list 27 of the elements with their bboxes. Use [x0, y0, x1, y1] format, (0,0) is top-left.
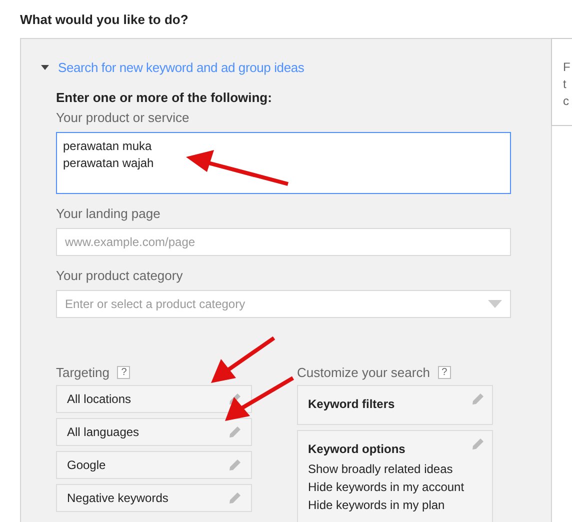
field-label: Your product category — [56, 268, 184, 284]
dropdown-arrow-icon[interactable] — [488, 300, 502, 308]
product-field[interactable]: perawatan muka perawatan wajah — [56, 132, 511, 194]
field-label: Your landing page — [56, 206, 162, 222]
annotation-arrow — [225, 376, 294, 421]
page-heading: What would you like to do? — [20, 12, 188, 27]
option-text: Hide keywords in my account — [308, 480, 466, 494]
card-title: Keyword filters — [308, 397, 395, 411]
caret-icon[interactable] — [41, 65, 49, 70]
popup-text: F — [563, 59, 572, 76]
help-button[interactable]: ? — [438, 366, 451, 378]
targeting-item[interactable]: Google — [56, 451, 252, 479]
targeting-item[interactable]: All locations — [56, 385, 252, 413]
field-label: Your product or service — [56, 110, 190, 126]
targeting-item[interactable]: All languages — [56, 418, 252, 446]
help-button[interactable]: ? — [117, 366, 130, 378]
targeting-item[interactable]: Negative keywords — [56, 484, 252, 512]
landing-page-field[interactable]: www.example.com/page — [56, 228, 511, 256]
option-text: Show broadly related ideas — [308, 462, 454, 476]
annotation-arrow — [211, 336, 276, 383]
popup-text: t — [563, 76, 568, 93]
card-title: Keyword options — [308, 442, 406, 456]
option-text: Hide keywords in my plan — [308, 498, 446, 512]
popup-text: c — [563, 93, 570, 110]
customize-label: Customize your search — [297, 364, 430, 380]
intro-text: Enter one or more of the following: — [56, 90, 273, 105]
targeting-label: Targeting — [56, 364, 110, 380]
